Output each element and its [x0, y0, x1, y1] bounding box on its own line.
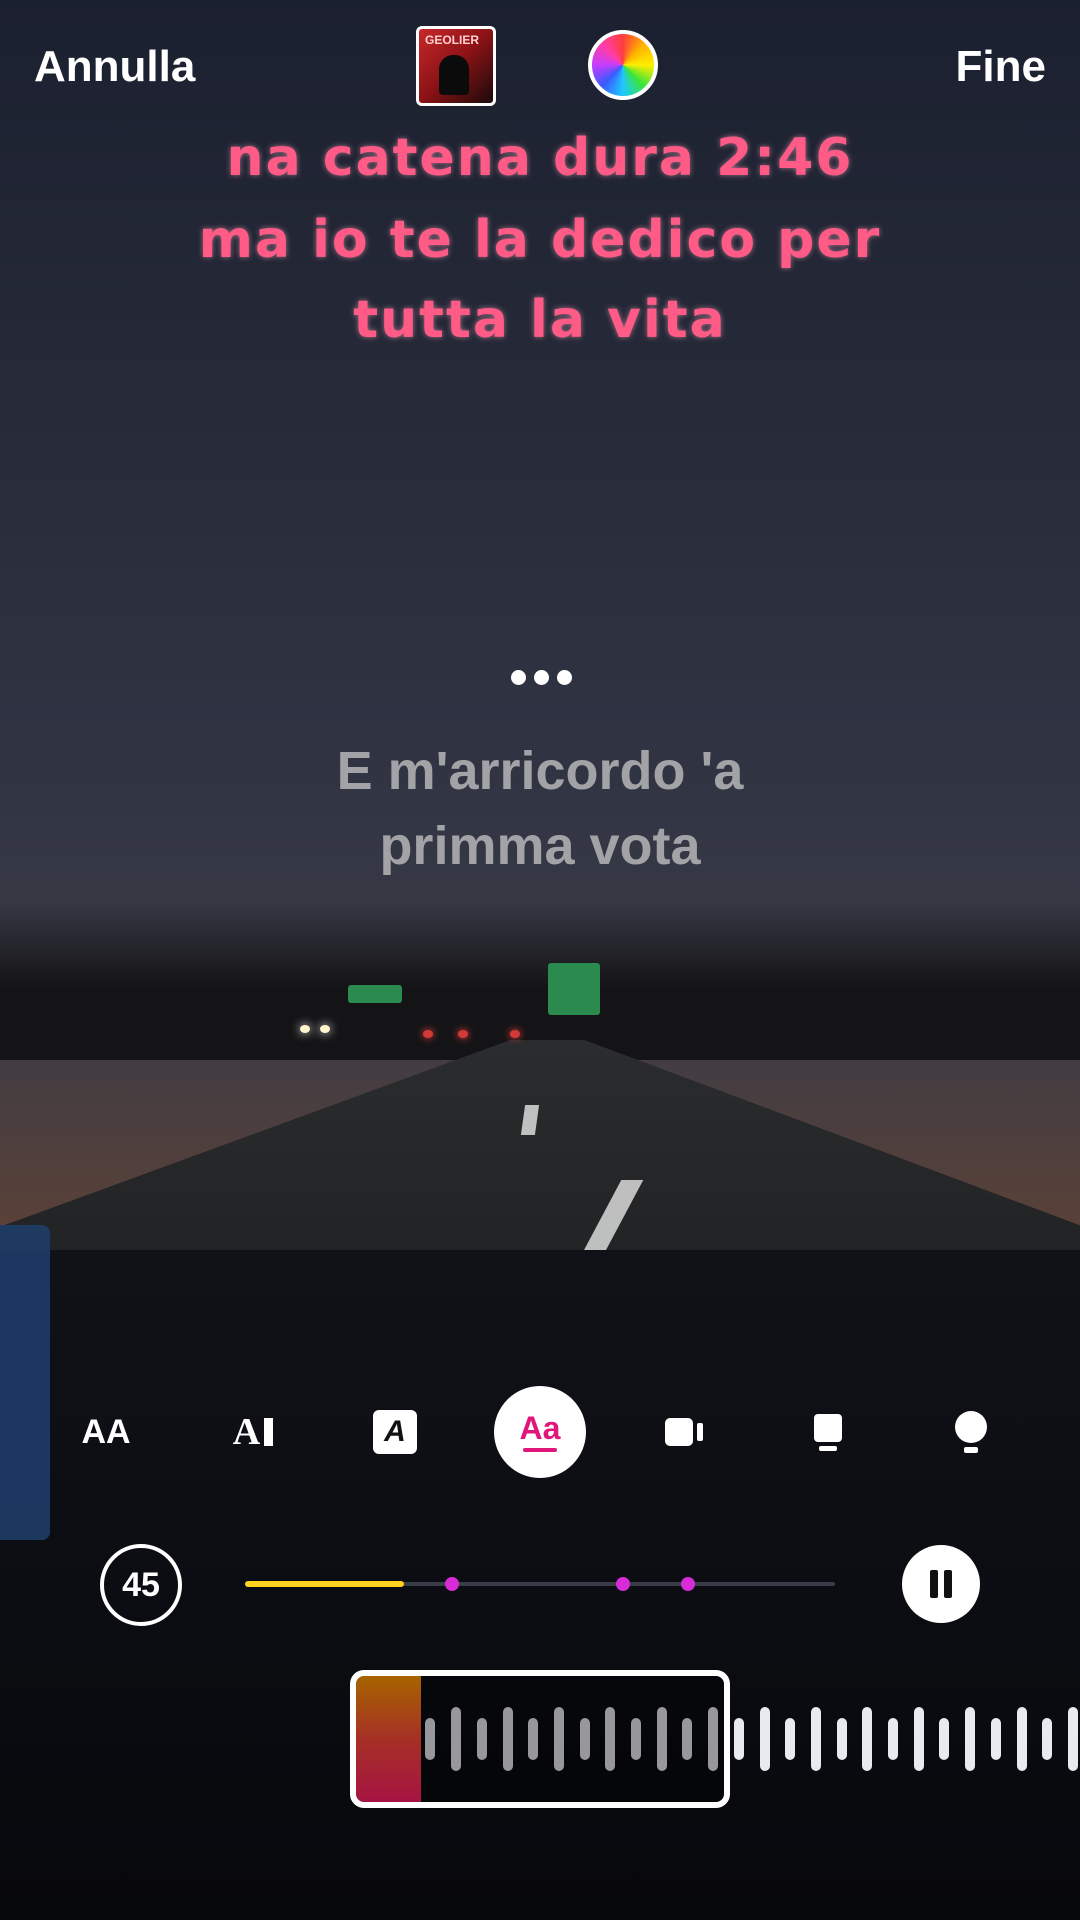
- lyric-marker-dot[interactable]: [615, 1577, 630, 1591]
- road-sign: [548, 963, 600, 1015]
- lyric-marker-dot[interactable]: [444, 1577, 459, 1591]
- clip-selection-handle[interactable]: [350, 1670, 730, 1808]
- pause-icon: [927, 1570, 955, 1598]
- text-size-icon: AA: [81, 1412, 131, 1451]
- dashboard-screen: [0, 1225, 50, 1540]
- lyric-pause-dots: [511, 670, 572, 685]
- bulb-style-button[interactable]: [925, 1386, 1017, 1478]
- background-video-frame: [0, 0, 1080, 1920]
- aa-underline-style-button[interactable]: Aa: [494, 1386, 586, 1478]
- road-sign: [348, 985, 402, 1003]
- album-figure: [439, 55, 469, 95]
- color-wheel-icon[interactable]: [588, 30, 658, 100]
- card-style-icon: [814, 1413, 842, 1451]
- progress-track[interactable]: [245, 1577, 835, 1591]
- waveform-bar: [990, 1718, 1001, 1760]
- waveform-bar: [733, 1718, 744, 1760]
- lyric-line-upcoming: E m'arricordo 'a: [336, 741, 744, 801]
- album-cover-text: GEOLIER: [425, 33, 480, 47]
- italic-box-style-button[interactable]: A: [349, 1386, 441, 1478]
- waveform-bar: [1067, 1707, 1078, 1771]
- bulb-style-icon: [955, 1411, 987, 1453]
- waveform-bar: [965, 1707, 976, 1771]
- waveform-bar: [939, 1718, 950, 1760]
- text-size-button[interactable]: AA: [60, 1386, 152, 1478]
- text-cursor-style-button[interactable]: A: [207, 1386, 299, 1478]
- card-style-button[interactable]: [782, 1386, 874, 1478]
- lyric-marker-dot[interactable]: [680, 1577, 695, 1591]
- car-taillight: [458, 1030, 468, 1038]
- tree-line: [0, 900, 1080, 1060]
- waveform-bar: [1016, 1707, 1027, 1771]
- text-cursor-style-icon: A: [233, 1410, 274, 1454]
- waveform-bar: [913, 1707, 924, 1771]
- done-button[interactable]: Fine: [956, 42, 1046, 92]
- waveform-bar: [810, 1707, 821, 1771]
- clip-duration-button[interactable]: 45: [100, 1544, 182, 1626]
- waveform-bar: [836, 1718, 847, 1760]
- waveform-bar: [888, 1718, 898, 1760]
- car-taillight: [423, 1030, 433, 1038]
- car-headlight: [320, 1025, 330, 1033]
- album-cover-button[interactable]: GEOLIER: [416, 26, 496, 106]
- cancel-button[interactable]: Annulla: [34, 42, 195, 92]
- waveform-bar: [862, 1707, 873, 1771]
- waveform-bar: [785, 1718, 796, 1760]
- video-style-button[interactable]: [638, 1386, 730, 1478]
- aa-underline-style-icon: Aa: [520, 1412, 560, 1452]
- italic-box-style-icon: A: [373, 1410, 417, 1454]
- clip-duration-value: 45: [122, 1565, 160, 1604]
- progress-fill: [245, 1581, 405, 1587]
- lyric-line-current[interactable]: na catena dura 2:46: [0, 128, 1080, 188]
- lyric-line-current[interactable]: tutta la vita: [0, 290, 1080, 350]
- waveform-bar: [759, 1707, 770, 1771]
- waveform-bar: [1042, 1718, 1053, 1760]
- lyric-line-current[interactable]: ma io te la dedico per: [0, 210, 1080, 270]
- car-taillight: [510, 1030, 520, 1038]
- video-camera-icon: [665, 1418, 703, 1446]
- pause-button[interactable]: [902, 1545, 980, 1623]
- car-headlight: [300, 1025, 310, 1033]
- lyric-line-upcoming: primma vota: [379, 816, 701, 876]
